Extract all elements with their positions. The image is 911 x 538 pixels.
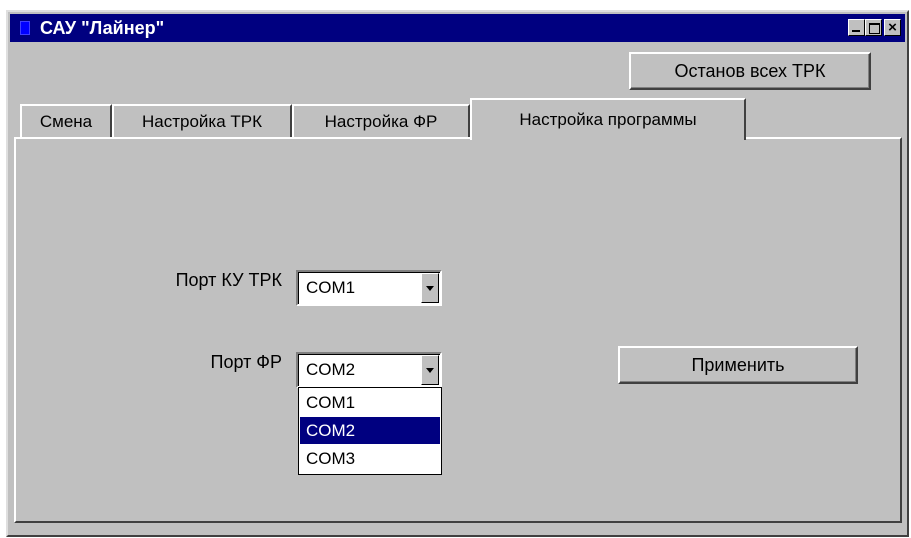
window-title: САУ "Лайнер" <box>40 17 165 38</box>
chevron-down-icon[interactable] <box>421 273 439 303</box>
tab-panel <box>14 137 902 523</box>
tab-program-settings[interactable]: Настройка программы <box>470 98 746 140</box>
port-fr-dropdown-list: COM1 COM2 COM3 <box>298 387 442 475</box>
port-fr-value: COM2 <box>306 360 356 379</box>
tab-trk-settings[interactable]: Настройка ТРК <box>112 104 292 137</box>
chevron-down-icon[interactable] <box>421 355 439 385</box>
dropdown-option-com2[interactable]: COM2 <box>300 417 440 444</box>
port-ku-label: Порт КУ ТРК <box>175 270 282 290</box>
port-ku-select[interactable]: COM1 <box>296 270 442 306</box>
app-icon[interactable] <box>20 21 30 35</box>
dropdown-option-com1[interactable]: COM1 <box>300 389 440 416</box>
port-fr-select[interactable]: COM2 <box>296 352 442 388</box>
port-fr-label: Порт ФР <box>210 352 283 372</box>
apply-button[interactable]: Применить <box>618 346 858 384</box>
stop-all-button[interactable]: Останов всех ТРК <box>629 52 871 90</box>
tab-fr-settings[interactable]: Настройка ФР <box>292 104 470 137</box>
close-icon[interactable]: × <box>884 19 901 36</box>
maximize-icon[interactable] <box>865 19 882 36</box>
port-ku-value: COM1 <box>306 278 356 297</box>
dropdown-option-com3[interactable]: COM3 <box>300 445 440 472</box>
minimize-icon[interactable] <box>848 19 865 36</box>
window-controls: × <box>848 19 901 36</box>
tab-shift[interactable]: Смена <box>20 104 112 137</box>
title-bar[interactable]: САУ "Лайнер" × <box>10 14 905 42</box>
